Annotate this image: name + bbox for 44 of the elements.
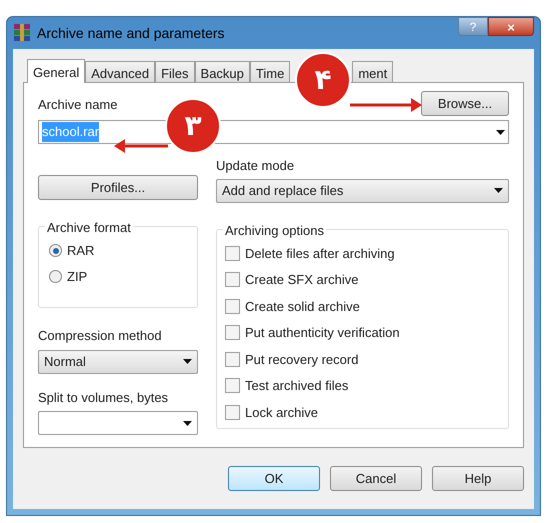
dialog-button[interactable]: Help xyxy=(432,466,524,491)
checkbox-label: Create solid archive xyxy=(245,298,360,316)
checkbox[interactable] xyxy=(225,325,240,340)
checkbox[interactable] xyxy=(225,298,240,314)
browse-button[interactable]: Browse... xyxy=(421,91,509,116)
radio-button[interactable] xyxy=(49,270,62,283)
pointer-arrow xyxy=(350,97,422,113)
dropdown-arrow-icon xyxy=(183,359,192,364)
checkbox[interactable] xyxy=(225,352,240,367)
compression-method-dropdown[interactable]: Normal xyxy=(38,350,198,374)
update-mode-dropdown[interactable]: Add and replace files xyxy=(216,178,509,202)
radio-label: ZIP xyxy=(67,268,88,286)
checkbox-label: Put authenticity verification xyxy=(245,324,400,342)
archive-books-icon xyxy=(13,23,31,43)
radio-label: RAR xyxy=(67,242,94,260)
checkbox-label: Put recovery record xyxy=(245,350,358,369)
dropdown-arrow-icon xyxy=(496,130,505,134)
checkbox-label: Lock archive xyxy=(245,404,318,422)
tab[interactable]: ment xyxy=(352,61,394,82)
field-label: Archive name xyxy=(38,96,118,114)
tab[interactable]: Backup xyxy=(194,61,250,82)
dropdown-arrow-icon xyxy=(494,188,503,193)
tab[interactable]: Time xyxy=(250,61,290,82)
dialog-button[interactable]: OK xyxy=(228,466,320,491)
checkbox-label: Test archived files xyxy=(245,377,348,395)
pointer-arrow xyxy=(114,138,168,154)
dialog-button[interactable]: Cancel xyxy=(330,466,422,491)
field-label: Update mode xyxy=(216,157,296,175)
profiles-button[interactable]: Profiles... xyxy=(38,175,198,200)
checkbox[interactable] xyxy=(225,378,240,394)
checkbox[interactable] xyxy=(225,404,240,420)
checkbox[interactable] xyxy=(225,246,240,261)
tab[interactable]: Advanced xyxy=(85,61,156,82)
checkbox-label: Delete files after archiving xyxy=(245,244,395,263)
split-volumes-field[interactable] xyxy=(38,411,198,435)
checkbox-label: Create SFX archive xyxy=(245,271,358,289)
dropdown-arrow-icon xyxy=(183,420,192,426)
tab[interactable]: General xyxy=(27,59,86,83)
radio-button[interactable] xyxy=(49,244,62,258)
window-title: Archive name and parameters xyxy=(37,24,225,43)
checkbox[interactable] xyxy=(225,272,240,288)
field-label: Compression method xyxy=(38,327,163,345)
field-label: Split to volumes, bytes xyxy=(38,388,170,407)
tab[interactable]: Files xyxy=(155,61,195,82)
